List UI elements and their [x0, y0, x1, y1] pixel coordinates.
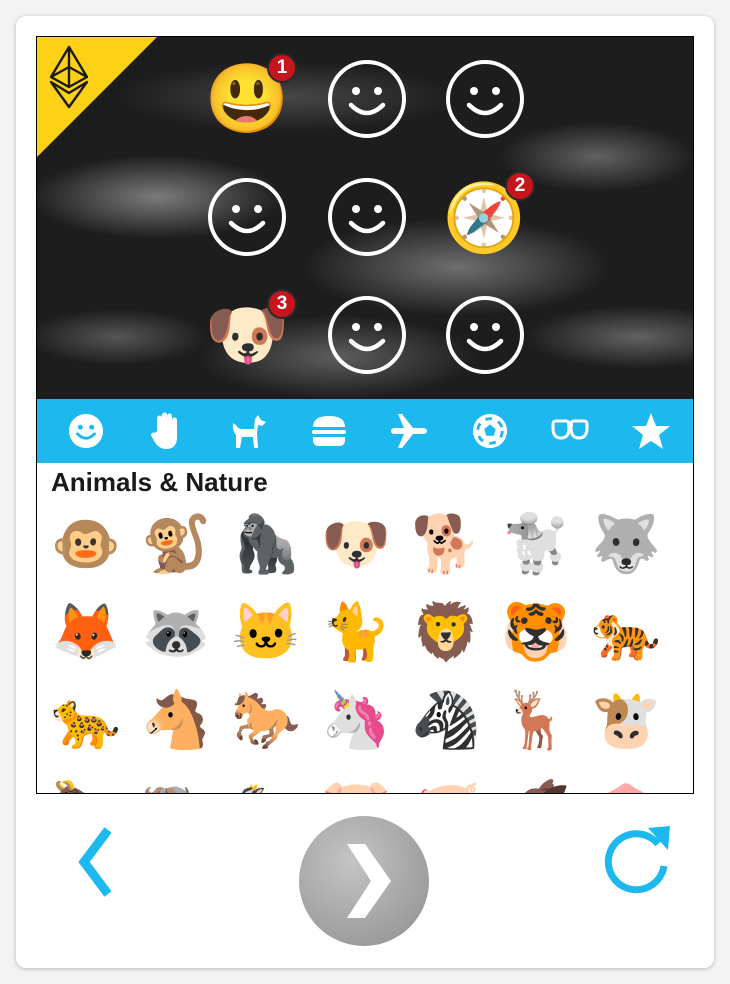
selection-order-badge: 2	[505, 171, 535, 201]
smiley-outline-icon	[208, 178, 286, 256]
emoji-option[interactable]: 🐯	[501, 597, 571, 667]
emoji-option[interactable]: 🐴	[141, 685, 211, 755]
lock-slot[interactable]: 😃 1	[205, 53, 297, 139]
emoji-option[interactable]: 🐮	[591, 685, 661, 755]
reload-icon[interactable]	[598, 820, 676, 898]
lock-slot[interactable]	[445, 295, 525, 375]
emoji-option[interactable]: 🐱	[231, 597, 301, 667]
emoji-option[interactable]: 🐎	[231, 685, 301, 755]
emoji-grid: 🐵 🐒 🦍 🐶 🐕 🐩 🐺 🦊 🦝 🐱 🐈 🦁 🐯 🐅 🐆 🐴 🐎 🦄 🦓 🦌 🐮 🐂 🐃 🐄 🐷 🐖 🐗 🐽	[51, 509, 681, 793]
ethereum-logo-icon	[37, 37, 157, 157]
emoji-category-bar	[37, 399, 693, 463]
smiley-outline-icon	[328, 178, 406, 256]
food-burger-category-icon[interactable]	[309, 411, 349, 451]
emoji-option[interactable]: 🦁	[411, 597, 481, 667]
smiley-outline-icon	[446, 60, 524, 138]
emoji-option[interactable]: 🦌	[501, 685, 571, 755]
people-hand-category-icon[interactable]	[147, 411, 187, 451]
emoji-option[interactable]: 🦄	[321, 685, 391, 755]
emoji-option[interactable]: 🐺	[591, 509, 661, 579]
travel-plane-category-icon[interactable]	[389, 411, 429, 451]
lock-slot[interactable]	[327, 295, 407, 375]
emoji-option[interactable]: 🐒	[141, 509, 211, 579]
emoji-option[interactable]: 🐗	[501, 773, 571, 793]
emoji-option[interactable]: 🐶	[321, 509, 391, 579]
emoji-option[interactable]: 🐖	[411, 773, 481, 793]
lock-slot[interactable]	[327, 177, 407, 257]
emoji-option[interactable]: 🐄	[231, 773, 301, 793]
emoji-option[interactable]: 🦊	[51, 597, 121, 667]
smileys-category-icon[interactable]	[66, 411, 106, 451]
lock-slot[interactable]: 🧭 2	[443, 171, 535, 257]
objects-glasses-category-icon[interactable]	[550, 411, 590, 451]
section-title: Animals & Nature	[51, 467, 268, 497]
emoji-option[interactable]: 🐵	[51, 509, 121, 579]
emoji-option[interactable]: 🦝	[141, 597, 211, 667]
emoji-option[interactable]: 🐃	[141, 773, 211, 793]
emoji-captcha-frame: 😃1🧭2🐶3 Animals & Nature 🐵🐒🦍🐶🐕🐩🐺🦊🦝🐱�	[36, 36, 694, 794]
selection-order-badge: 1	[267, 53, 297, 83]
lock-slot[interactable]	[207, 177, 287, 257]
emoji-option[interactable]: 🐕	[411, 509, 481, 579]
emoji-option[interactable]: 🐷	[321, 773, 391, 793]
symbols-star-category-icon[interactable]	[631, 411, 671, 451]
emoji-option[interactable]: 🐂	[51, 773, 121, 793]
chevron-right-icon	[347, 844, 391, 918]
next-button[interactable]	[299, 816, 429, 946]
activity-ball-category-icon[interactable]	[470, 411, 510, 451]
chevron-left-icon[interactable]	[72, 822, 122, 902]
emoji-option[interactable]: 🐅	[591, 597, 661, 667]
selection-order-badge: 3	[267, 289, 297, 319]
smiley-outline-icon	[328, 296, 406, 374]
lock-slot[interactable]	[445, 59, 525, 139]
cloud-background: 😃 1 🧭 2 🐶 3	[37, 37, 693, 399]
emoji-option[interactable]: 🐽	[591, 773, 661, 793]
lock-slot[interactable]	[327, 59, 407, 139]
emoji-option[interactable]: 🐆	[51, 685, 121, 755]
smiley-outline-icon	[328, 60, 406, 138]
emoji-option[interactable]: 🦍	[231, 509, 301, 579]
smiley-outline-icon	[446, 296, 524, 374]
emoji-option[interactable]: 🐩	[501, 509, 571, 579]
animals-category-icon[interactable]	[228, 411, 268, 451]
emoji-option[interactable]: 🐈	[321, 597, 391, 667]
emoji-option[interactable]: 🦓	[411, 685, 481, 755]
lock-slot[interactable]: 🐶 3	[205, 289, 297, 375]
